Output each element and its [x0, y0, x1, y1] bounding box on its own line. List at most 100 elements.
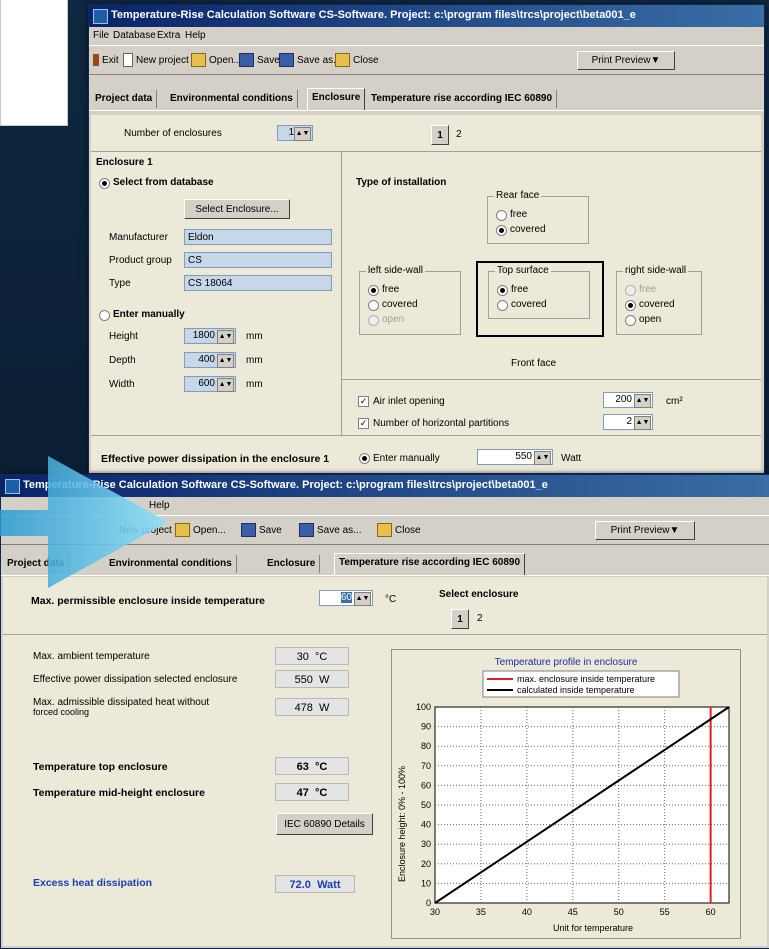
spin-icon[interactable]: ▲▼ — [354, 592, 371, 606]
spin-icon[interactable]: ▲▼ — [217, 354, 234, 368]
left-side-wall-title: left side-wall — [366, 265, 426, 276]
menu-extra[interactable]: Extra — [157, 30, 180, 41]
top-free-label: free — [511, 284, 529, 295]
save-as-button[interactable]: Save as... — [299, 522, 361, 538]
rear-face-covered-radio[interactable] — [496, 225, 507, 236]
rear-face-group: Rear face free covered — [487, 190, 589, 244]
menu-database[interactable]: Database — [113, 30, 156, 41]
divider — [91, 151, 761, 152]
front-face-label: Front face — [511, 358, 557, 369]
depth-input[interactable]: 400 ▲▼ — [184, 352, 236, 368]
left-free-radio[interactable] — [368, 285, 379, 296]
enclosure-2-button[interactable]: 2 — [477, 613, 483, 624]
air-inlet-label: Air inlet opening — [373, 396, 445, 407]
enter-manually-power-label: Enter manually — [373, 453, 440, 464]
right-covered-radio[interactable] — [625, 300, 636, 311]
iec-details-button[interactable]: IEC 60890 Details — [276, 813, 373, 835]
top-surface-title: Top surface — [495, 265, 551, 276]
spin-icon[interactable]: ▲▼ — [634, 416, 651, 430]
tab-enclosure[interactable]: Enclosure — [263, 555, 321, 573]
enter-manually-radio[interactable] — [99, 310, 110, 321]
menu-file[interactable]: File — [93, 30, 109, 41]
menu-help[interactable]: Help — [185, 30, 206, 41]
right-open-radio[interactable] — [625, 315, 636, 326]
right-side-wall-group: right side-wall free covered open — [616, 265, 702, 335]
top-free-radio[interactable] — [497, 285, 508, 296]
height-input[interactable]: 1800 ▲▼ — [184, 328, 236, 344]
exit-button[interactable]: Exit — [93, 52, 119, 68]
save-button[interactable]: Save — [239, 52, 280, 68]
save-as-button[interactable]: Save as... — [279, 52, 341, 68]
max-temp-input[interactable]: 60 ▲▼ — [319, 590, 373, 606]
transition-arrow-icon — [0, 456, 168, 588]
enclosure-2-button[interactable]: 2 — [456, 129, 462, 140]
rear-face-covered-label: covered — [510, 224, 546, 235]
top-covered-radio[interactable] — [497, 300, 508, 311]
open-button[interactable]: Open... — [191, 52, 242, 68]
x-axis-label: Unit for temperature — [553, 923, 633, 933]
y-tick-label: 10 — [421, 878, 431, 888]
top-window: Temperature-Rise Calculation Software CS… — [88, 4, 765, 474]
product-group-field[interactable]: CS — [184, 252, 332, 268]
y-tick-label: 90 — [421, 722, 431, 732]
power-dissipation-label: Effective power dissipation selected enc… — [33, 674, 238, 685]
top-tabs: Project data Environmental conditions En… — [89, 88, 764, 111]
number-of-enclosures-input[interactable]: 1 ▲▼ — [277, 125, 313, 141]
right-free-radio[interactable] — [625, 285, 636, 296]
rear-face-free-label: free — [510, 209, 528, 220]
plot-area: 010203040506070809010030 35 40 45 50 55 60 — [416, 702, 730, 917]
power-input[interactable]: 550 ▲▼ — [477, 449, 553, 465]
tab-temperature-rise[interactable]: Temperature rise according IEC 60890 — [367, 90, 558, 108]
left-side-wall-group: left side-wall free covered open — [359, 265, 461, 335]
air-inlet-input[interactable]: 200 ▲▼ — [603, 392, 653, 408]
top-menubar: File Database Extra Help — [89, 27, 764, 44]
air-inlet-checkbox[interactable]: ✓ — [358, 396, 369, 407]
select-enclosure-button[interactable]: Select Enclosure... — [184, 199, 290, 219]
top-toolbar: Exit New project Open... Save Save as...… — [89, 45, 764, 75]
spin-icon[interactable]: ▲▼ — [217, 330, 234, 344]
y-tick-label: 70 — [421, 761, 431, 771]
spin-icon[interactable]: ▲▼ — [217, 378, 234, 392]
select-from-db-radio[interactable] — [99, 178, 110, 189]
tab-enclosure[interactable]: Enclosure — [307, 88, 366, 110]
print-preview-button[interactable]: Print Preview▼ — [577, 51, 675, 70]
width-input[interactable]: 600 ▲▼ — [184, 376, 236, 392]
right-covered-label: covered — [639, 299, 675, 310]
tab-environmental-conditions[interactable]: Environmental conditions — [166, 90, 298, 108]
rear-face-free-radio[interactable] — [496, 210, 507, 221]
temperature-profile-chart: Temperature profile in enclosure max. en… — [391, 649, 741, 939]
enclosure-1-button[interactable]: 1 — [431, 125, 449, 145]
spin-icon[interactable]: ▲▼ — [294, 127, 311, 141]
close-button[interactable]: Close — [335, 52, 379, 68]
save-icon — [239, 53, 254, 67]
spin-icon[interactable]: ▲▼ — [534, 451, 551, 465]
divider — [91, 435, 761, 436]
save-icon — [241, 523, 256, 537]
tab-temperature-rise[interactable]: Temperature rise according IEC 60890 — [334, 553, 526, 575]
spin-icon[interactable]: ▲▼ — [634, 394, 651, 408]
ambient-temp-value: 30 °C — [275, 647, 349, 665]
chart-legend: max. enclosure inside temperature calcul… — [482, 670, 680, 698]
temp-mid-value: 47 °C — [275, 783, 349, 801]
app-icon — [93, 9, 108, 24]
open-button[interactable]: Open... — [175, 522, 226, 538]
save-button[interactable]: Save — [241, 522, 282, 538]
left-open-radio[interactable] — [368, 315, 379, 326]
print-preview-button[interactable]: Print Preview▼ — [595, 521, 695, 540]
left-open-label: open — [382, 314, 405, 325]
type-field[interactable]: CS 18064 — [184, 275, 332, 291]
manufacturer-label: Manufacturer — [109, 232, 168, 243]
new-project-button[interactable]: New project — [123, 52, 189, 68]
partitions-checkbox[interactable]: ✓ — [358, 418, 369, 429]
enter-manually-power-radio[interactable] — [359, 453, 370, 464]
exit-icon — [93, 54, 99, 66]
top-window-titlebar[interactable]: Temperature-Rise Calculation Software CS… — [89, 5, 764, 27]
tab-project-data[interactable]: Project data — [91, 90, 158, 108]
manufacturer-field[interactable]: Eldon — [184, 229, 332, 245]
top-window-title: Temperature-Rise Calculation Software CS… — [111, 9, 636, 21]
enclosure-1-button[interactable]: 1 — [451, 609, 469, 629]
left-covered-radio[interactable] — [368, 300, 379, 311]
partitions-input[interactable]: 2 ▲▼ — [603, 414, 653, 430]
save-as-icon — [279, 53, 294, 67]
close-button[interactable]: Close — [377, 522, 421, 538]
